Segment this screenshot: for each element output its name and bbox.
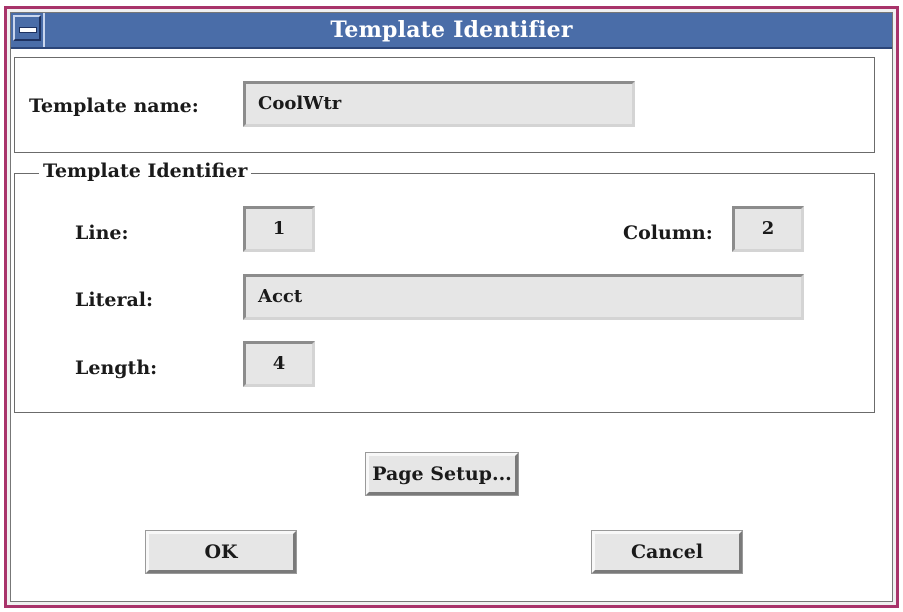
dialog-window: Template Identifier Template name: CoolW… — [4, 6, 899, 608]
column-input[interactable]: 2 — [732, 206, 804, 252]
line-input[interactable]: 1 — [243, 206, 315, 252]
ok-button[interactable]: OK — [145, 530, 297, 574]
template-name-input[interactable]: CoolWtr — [243, 81, 635, 127]
title-bar[interactable]: Template Identifier — [11, 13, 892, 49]
column-label: Column: — [623, 222, 713, 244]
group-title: Template Identifier — [39, 160, 252, 182]
window-title: Template Identifier — [330, 17, 573, 43]
length-label: Length: — [75, 357, 158, 379]
template-name-panel: Template name: CoolWtr — [14, 57, 875, 153]
literal-label: Literal: — [75, 289, 153, 311]
literal-input[interactable]: Acct — [243, 274, 804, 320]
template-name-label: Template name: — [29, 95, 199, 117]
line-label: Line: — [75, 222, 129, 244]
length-input[interactable]: 4 — [243, 341, 315, 387]
cancel-button[interactable]: Cancel — [591, 530, 743, 574]
dialog-body: Template Identifier Template name: CoolW… — [10, 12, 893, 602]
template-identifier-group: Template Identifier Line: 1 Column: 2 Li… — [14, 160, 875, 413]
page-setup-button[interactable]: Page Setup... — [365, 452, 519, 496]
